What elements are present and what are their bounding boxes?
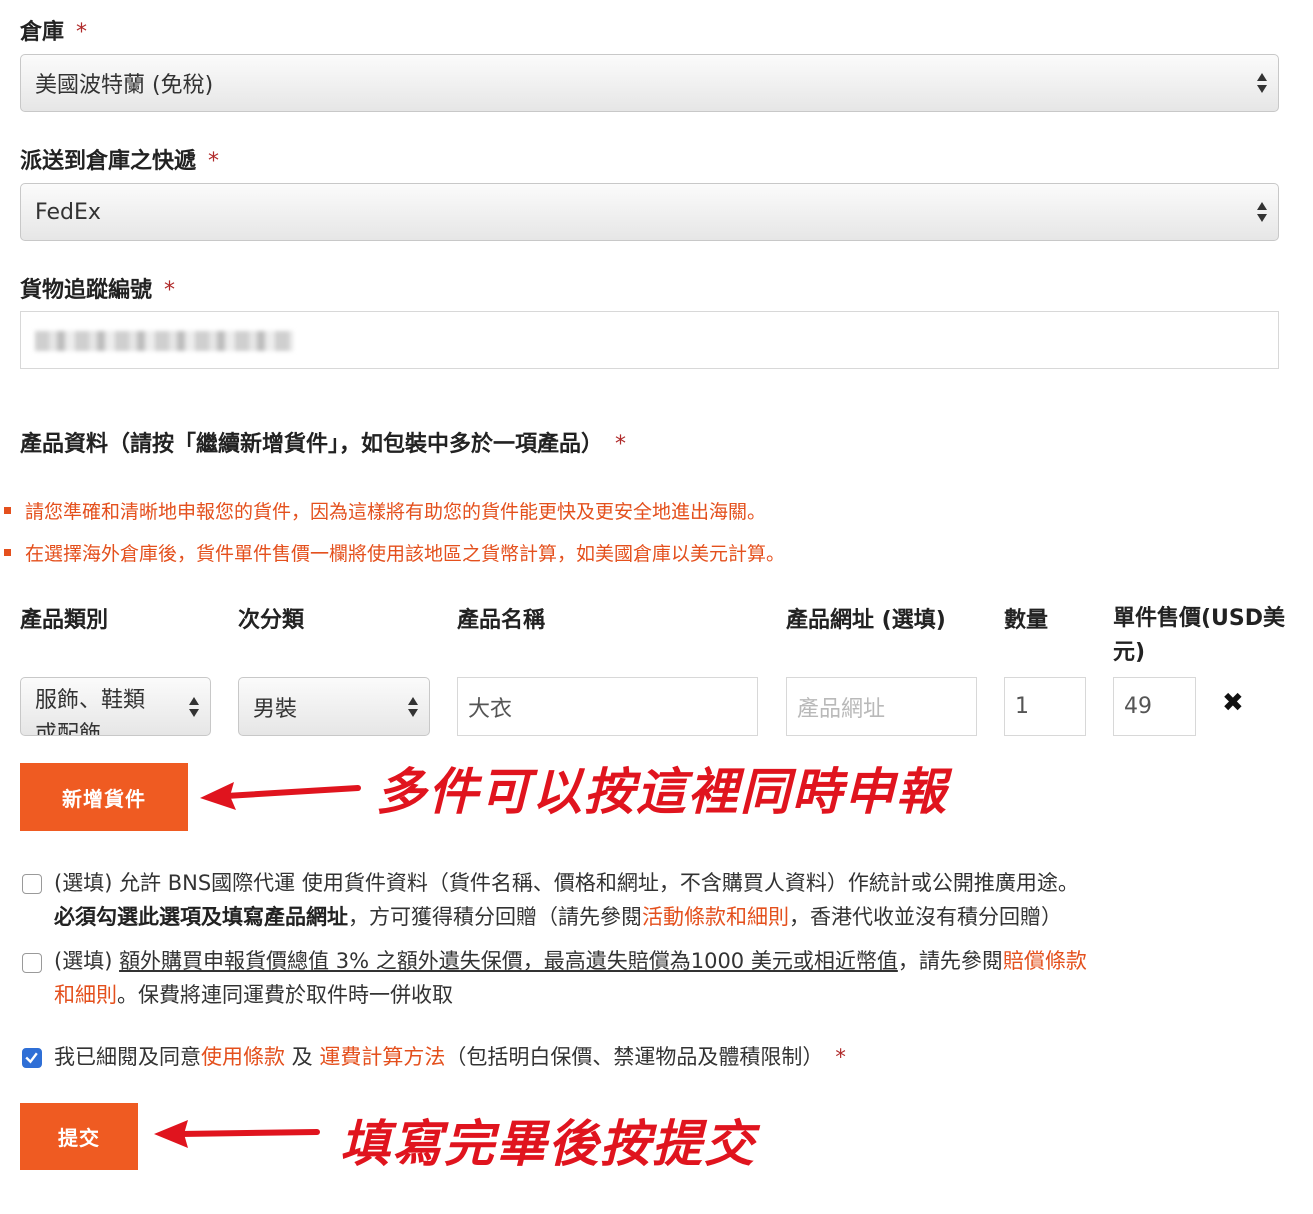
column-header-url: 產品網址 (選填) <box>786 608 946 633</box>
agree-text: 我已細閱及同意使用條款 及 運費計算方法（包括明白保價、禁運物品及體積限制） * <box>54 1045 846 1069</box>
submit-button[interactable]: 提交 <box>20 1103 138 1170</box>
courier-selected-value: FedEx <box>35 199 101 225</box>
column-header-name: 產品名稱 <box>457 608 546 633</box>
warehouse-selected-value: 美國波特蘭 (免稅) <box>35 73 214 98</box>
option-stats-text: (選填) 允許 BNS國際代運 使用貨件資料（貨件名稱、價格和網址，不含購買人資… <box>54 871 1079 929</box>
compensation-terms-link[interactable]: 賠償條款 <box>1003 949 1087 973</box>
category-select[interactable]: 服飾、鞋類 或配飾 <box>20 677 211 736</box>
column-header-qty: 數量 <box>1004 608 1049 633</box>
terms-link[interactable]: 活動條款和細則 <box>642 905 789 929</box>
select-arrows-icon <box>1257 202 1267 222</box>
price-value: 49 <box>1124 694 1152 719</box>
courier-select[interactable]: FedEx <box>20 183 1279 241</box>
select-arrows-icon <box>1257 73 1267 93</box>
notice-item: 請您準確和清晰地申報您的貨件，因為這樣將有助您的貨件能更快及更安全地進出海關。 <box>4 497 766 524</box>
warehouse-select[interactable]: 美國波特蘭 (免稅) <box>20 54 1279 112</box>
column-header-price: 單件售價(USD美 元) <box>1113 606 1286 665</box>
annotation-arrow-icon <box>200 782 361 810</box>
notice-item: 在選擇海外倉庫後，貨件單件售價一欄將使用該地區之貨幣計算，如美國倉庫以美元計算。 <box>4 539 785 566</box>
bullet-icon <box>4 507 11 514</box>
products-label: 產品資料（請按「繼續新增貨件」，如包裝中多於一項產品） * <box>20 432 627 457</box>
subcategory-selected-value: 男裝 <box>253 696 298 722</box>
option-stats-checkbox[interactable] <box>22 874 42 894</box>
courier-label: 派送到倉庫之快遞 * <box>20 149 220 174</box>
subcategory-select[interactable]: 男裝 <box>238 677 430 736</box>
bullet-icon <box>4 549 11 556</box>
select-arrows-icon <box>408 696 418 717</box>
column-header-category: 產品類別 <box>20 608 109 633</box>
annotation-add-text: 多件可以按這裡同時申報 <box>376 763 948 821</box>
quantity-value: 1 <box>1015 694 1029 719</box>
tracking-input[interactable] <box>20 311 1279 369</box>
shipping-calculation-link[interactable]: 運費計算方法 <box>319 1045 445 1069</box>
product-name-value: 大衣 <box>468 696 513 722</box>
product-url-input[interactable]: 產品網址 <box>786 677 977 736</box>
option-insurance-text: (選填) 額外購買申報貨價總值 3% 之額外遺失保價，最高遺失賠償為1000 美… <box>54 949 1087 1007</box>
annotation-submit-text: 填寫完畢後按提交 <box>340 1115 756 1173</box>
option-insurance-checkbox[interactable] <box>22 953 42 973</box>
remove-row-icon[interactable]: ✖ <box>1222 688 1244 718</box>
warehouse-label: 倉庫 * <box>20 20 88 45</box>
product-name-input[interactable]: 大衣 <box>457 677 758 736</box>
tracking-label: 貨物追蹤編號 * <box>20 278 176 303</box>
category-selected-value: 服飾、鞋類 或配飾 <box>35 688 146 736</box>
check-icon <box>25 1052 38 1064</box>
product-url-placeholder: 產品網址 <box>797 696 886 722</box>
agree-checkbox[interactable] <box>22 1048 42 1068</box>
price-input[interactable]: 49 <box>1113 677 1196 736</box>
add-item-button[interactable]: 新增貨件 <box>20 763 188 831</box>
annotation-arrow-icon <box>154 1120 320 1148</box>
compensation-terms-link-cont[interactable]: 和細則 <box>54 983 117 1007</box>
quantity-input[interactable]: 1 <box>1004 677 1086 736</box>
blurred-tracking-value <box>35 331 293 351</box>
select-arrows-icon <box>189 696 199 717</box>
column-header-subcategory: 次分類 <box>238 608 305 633</box>
terms-of-use-link[interactable]: 使用條款 <box>201 1045 285 1069</box>
